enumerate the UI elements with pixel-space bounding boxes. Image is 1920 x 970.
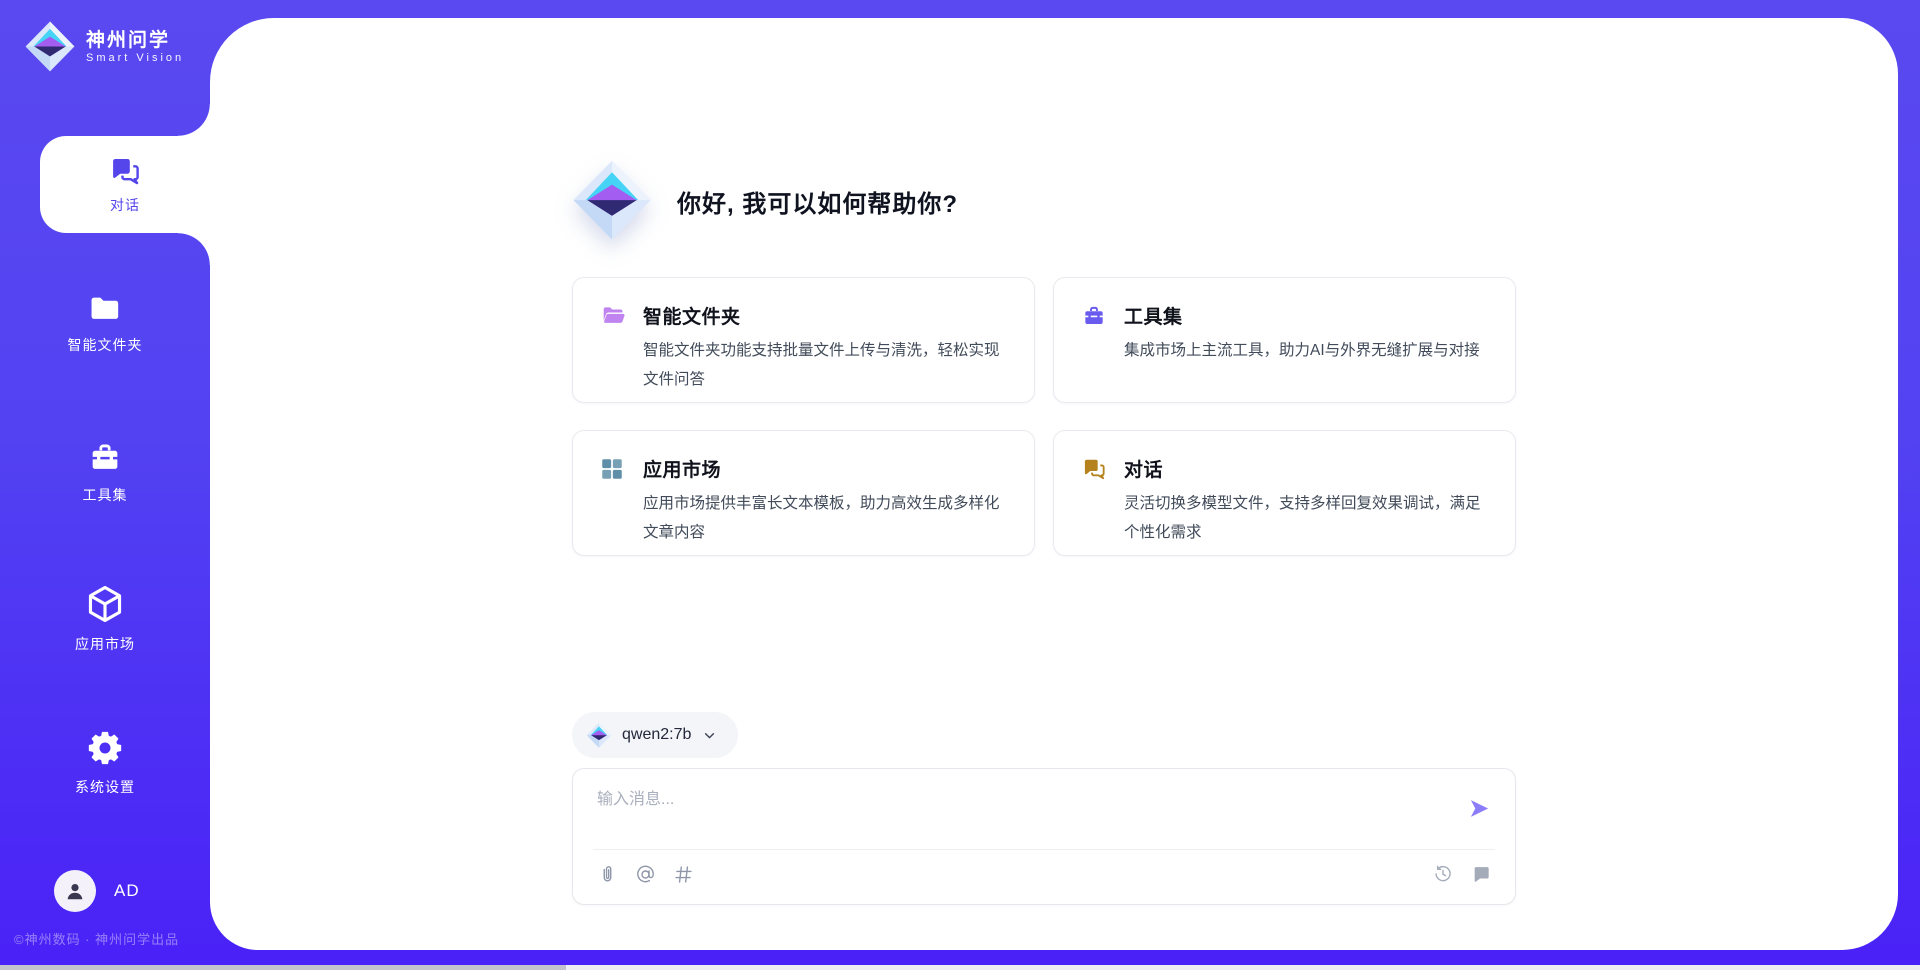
sidebar-item-chat[interactable]: 对话 bbox=[40, 136, 210, 233]
sidebar-item-smart-folder[interactable]: 智能文件夹 bbox=[0, 292, 210, 355]
app-grid-icon bbox=[599, 456, 629, 482]
sidebar-item-label: 应用市场 bbox=[75, 636, 135, 652]
feature-cards: 智能文件夹 智能文件夹功能支持批量文件上传与清洗，轻松实现文件问答 工具集 集成… bbox=[572, 277, 1516, 556]
user-profile[interactable]: AD bbox=[54, 870, 140, 912]
card-title: 工具集 bbox=[1124, 302, 1183, 329]
card-description: 灵活切换多模型文件，支持多样回复效果调试，满足个性化需求 bbox=[1124, 489, 1489, 547]
card-description: 集成市场上主流工具，助力AI与外界无缝扩展与对接 bbox=[1124, 336, 1489, 365]
sidebar-item-label: 工具集 bbox=[83, 487, 128, 503]
greeting-text: 你好, 我可以如何帮助你? bbox=[677, 184, 958, 219]
gear-icon bbox=[85, 728, 125, 768]
paperclip-icon[interactable] bbox=[597, 864, 618, 885]
card-chat[interactable]: 对话 灵活切换多模型文件，支持多样回复效果调试，满足个性化需求 bbox=[1053, 430, 1516, 556]
greeting: 你好, 我可以如何帮助你? bbox=[571, 158, 958, 244]
message-icon[interactable] bbox=[1471, 864, 1491, 884]
card-app-market[interactable]: 应用市场 应用市场提供丰富长文本模板，助力高效生成多样化文章内容 bbox=[572, 430, 1035, 556]
assistant-logo-icon bbox=[571, 158, 653, 244]
card-title: 应用市场 bbox=[643, 455, 721, 482]
model-name: qwen2:7b bbox=[622, 726, 691, 744]
person-icon bbox=[63, 879, 87, 903]
message-composer bbox=[572, 768, 1516, 905]
model-logo-icon bbox=[586, 722, 612, 749]
composer-actions bbox=[1433, 864, 1491, 884]
history-icon[interactable] bbox=[1433, 864, 1453, 884]
chevron-down-icon bbox=[701, 727, 718, 744]
topic-icon[interactable] bbox=[673, 864, 694, 885]
message-input[interactable] bbox=[597, 785, 1447, 843]
card-toolset[interactable]: 工具集 集成市场上主流工具，助力AI与外界无缝扩展与对接 bbox=[1053, 277, 1516, 403]
composer-divider bbox=[593, 849, 1495, 850]
send-icon[interactable] bbox=[1468, 797, 1491, 820]
folder-open-icon bbox=[599, 303, 629, 329]
chat-bubbles-icon bbox=[106, 154, 144, 188]
sidebar: 神州问学 Smart Vision 对话 智能文件夹 工具集 应用市场 系统设置… bbox=[0, 0, 210, 970]
toolbox-icon bbox=[85, 439, 125, 476]
card-description: 智能文件夹功能支持批量文件上传与清洗，轻松实现文件问答 bbox=[643, 336, 1008, 394]
card-title: 对话 bbox=[1124, 455, 1163, 482]
sidebar-item-toolset[interactable]: 工具集 bbox=[0, 439, 210, 505]
folder-icon bbox=[86, 292, 124, 326]
sidebar-item-label: 对话 bbox=[110, 195, 140, 215]
card-smart-folder[interactable]: 智能文件夹 智能文件夹功能支持批量文件上传与清洗，轻松实现文件问答 bbox=[572, 277, 1035, 403]
horizontal-scrollbar-thumb[interactable] bbox=[0, 965, 566, 970]
sidebar-item-app-market[interactable]: 应用市场 bbox=[0, 583, 210, 654]
brand-subtitle: Smart Vision bbox=[86, 52, 184, 64]
cube-icon bbox=[84, 583, 126, 625]
brand-name: 神州问学 bbox=[86, 30, 184, 53]
user-initials: AD bbox=[114, 881, 140, 901]
avatar bbox=[54, 870, 96, 912]
brand: 神州问学 Smart Vision bbox=[24, 20, 184, 74]
composer-tools bbox=[597, 864, 694, 885]
copyright-footer: ©神州数码 · 神州问学出品 bbox=[14, 929, 179, 948]
model-selector[interactable]: qwen2:7b bbox=[572, 712, 738, 758]
horizontal-scrollbar bbox=[0, 965, 1920, 970]
card-description: 应用市场提供丰富长文本模板，助力高效生成多样化文章内容 bbox=[643, 489, 1008, 547]
card-title: 智能文件夹 bbox=[643, 302, 741, 329]
brand-logo-icon bbox=[24, 20, 76, 74]
chat-bubbles-icon bbox=[1080, 456, 1110, 482]
sidebar-item-label: 智能文件夹 bbox=[68, 337, 143, 353]
mention-icon[interactable] bbox=[635, 864, 656, 885]
sidebar-item-label: 系统设置 bbox=[75, 779, 135, 795]
main-content: 你好, 我可以如何帮助你? 智能文件夹 智能文件夹功能支持批量文件上传与清洗，轻… bbox=[210, 18, 1898, 950]
toolbox-icon bbox=[1080, 303, 1110, 329]
sidebar-item-settings[interactable]: 系统设置 bbox=[0, 728, 210, 797]
